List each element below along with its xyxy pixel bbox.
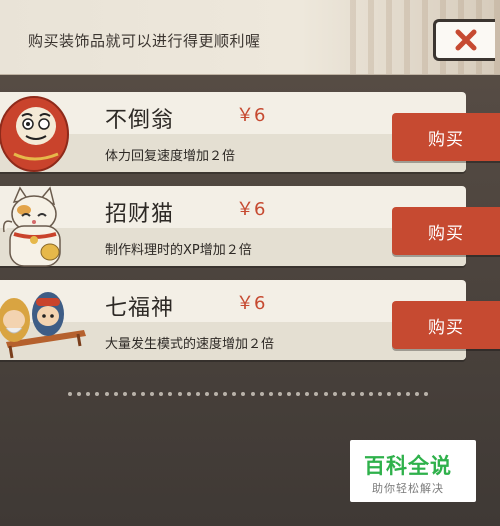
divider-dot: [141, 392, 145, 396]
item-description: 大量发生模式的速度增加２倍: [105, 337, 275, 352]
divider-dot: [259, 392, 264, 396]
divider-dot: [131, 392, 136, 396]
divider-dot: [68, 392, 72, 396]
divider-dot: [195, 392, 200, 396]
divider-dot: [396, 392, 401, 396]
buy-button-seven-gods[interactable]: 购买: [392, 301, 500, 349]
divider-dot: [277, 392, 282, 396]
divider-dot: [314, 392, 319, 396]
divider-dot: [250, 392, 255, 396]
divider-dot: [241, 392, 246, 396]
watermark-title: 百科全说: [364, 454, 452, 478]
divider-dot: [86, 392, 91, 396]
divider-dot: [387, 392, 392, 396]
item-description: 制作料理时的XP增加２倍: [105, 243, 252, 258]
item-description: 体力回复速度增加２倍: [105, 149, 236, 164]
watermark-subtitle: 助你轻松解决: [372, 482, 444, 495]
divider-dot: [113, 392, 118, 396]
top-banner: 购买装饰品就可以进行得更顺利喔: [0, 0, 500, 75]
divider-dot: [77, 392, 82, 396]
divider-dot: [369, 392, 374, 396]
divider-dot: [223, 392, 228, 396]
banner-message: 购买装饰品就可以进行得更顺利喔: [28, 32, 261, 50]
close-button[interactable]: [433, 19, 495, 61]
divider-dot: [122, 392, 127, 396]
item-name: 七福神: [105, 296, 175, 321]
seven-gods-icon: [0, 292, 86, 359]
divider-dot: [104, 392, 109, 396]
buy-button-daruma[interactable]: 购买: [392, 113, 500, 161]
divider-dot: [186, 392, 191, 396]
item-price: ￥6: [236, 105, 266, 126]
divider-dot: [305, 392, 310, 396]
divider-dot: [268, 392, 273, 396]
divider-dot: [177, 392, 182, 396]
buy-button-lucky-cat[interactable]: 购买: [392, 207, 500, 255]
divider-dot: [204, 392, 209, 396]
divider-dot: [405, 392, 410, 396]
item-price: ￥6: [236, 199, 266, 220]
divider-dot: [378, 392, 383, 396]
item-name: 不倒翁: [105, 108, 175, 133]
divider-dot: [95, 392, 100, 396]
dotted-divider: [68, 390, 428, 398]
watermark-logo: 百科全说 助你轻松解决: [350, 440, 476, 502]
divider-dot: [341, 392, 346, 396]
divider-dot: [168, 392, 173, 396]
divider-dot: [423, 392, 428, 396]
divider-dot: [159, 392, 164, 396]
divider-dot: [287, 392, 291, 396]
lucky-cat-icon: [2, 186, 61, 267]
divider-dot: [332, 392, 337, 396]
divider-dot: [150, 392, 155, 396]
divider-dot: [414, 392, 419, 396]
divider-dot: [296, 392, 301, 396]
divider-dot: [360, 392, 364, 396]
item-price: ￥6: [236, 293, 266, 314]
daruma-icon: [0, 96, 69, 172]
divider-dot: [350, 392, 355, 396]
divider-dot: [323, 392, 328, 396]
item-name: 招财猫: [105, 202, 175, 227]
divider-dot: [214, 392, 218, 396]
close-x-icon: [455, 29, 476, 51]
divider-dot: [232, 392, 237, 396]
